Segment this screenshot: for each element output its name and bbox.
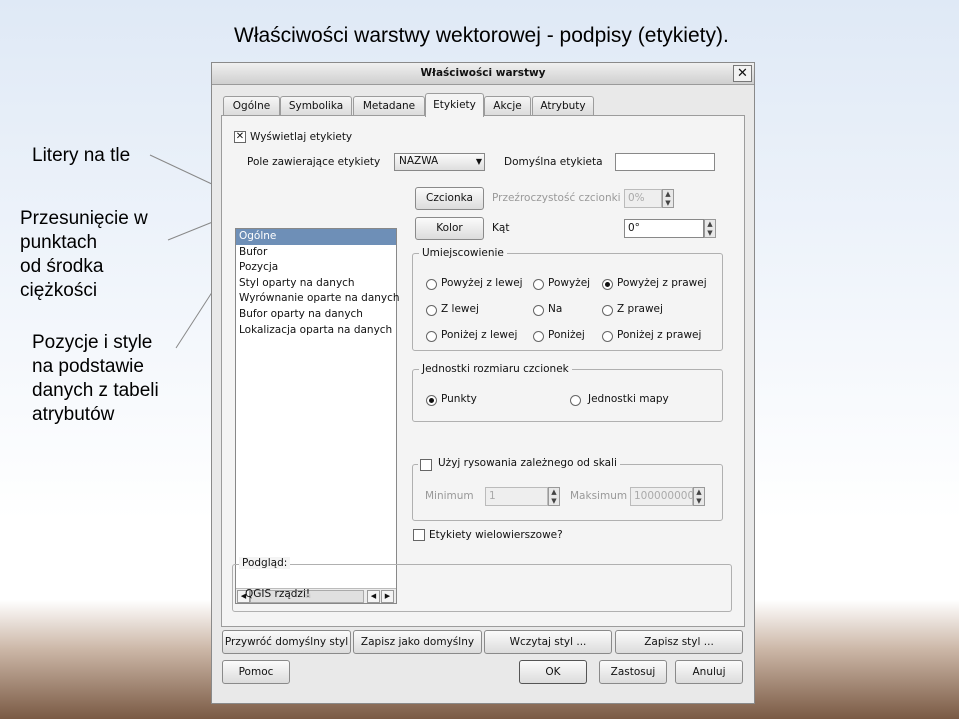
close-icon[interactable]: ✕ [733,65,752,82]
callout-offset: Przesunięcie w punktach od środka ciężko… [20,207,148,303]
placement-option-label: Powyżej z lewej [441,277,523,289]
layer-properties-dialog: Właściwości warstwy ✕ Ogólne Symbolika M… [211,62,755,704]
placement-option-label: Poniżej z prawej [617,329,702,341]
placement-option-label: Na [548,303,563,315]
preview-title: Podgląd: [239,557,291,569]
multiline-checkbox[interactable] [413,529,425,541]
slide-title: Właściwości warstwy wektorowej - podpisy… [234,24,729,47]
scale-checkbox[interactable] [420,459,432,471]
save-style-button[interactable]: Zapisz styl ... [615,630,743,654]
restore-default-style-button[interactable]: Przywróć domyślny styl [222,630,351,654]
show-labels-checkbox[interactable]: ✕ [234,131,246,143]
placement-below-left-radio[interactable] [426,331,437,342]
font-units-points-radio[interactable] [426,395,437,406]
preview-text: QGIS rządzi! [245,588,311,600]
scale-title-label: Użyj rysowania zależnego od skali [438,457,617,469]
list-item[interactable]: Wyrównanie oparte na danych [236,291,400,307]
save-as-default-button[interactable]: Zapisz jako domyślny [353,630,482,654]
category-list: Ogólne Bufor Pozycja Styl oparty na dany… [235,228,400,604]
callout-background-letters: Litery na tle [32,144,130,168]
load-style-button[interactable]: Wczytaj styl ... [484,630,612,654]
font-units-group: Jednostki rozmiaru czcionek Punkty Jedno… [412,363,723,422]
ok-button[interactable]: OK [519,660,587,684]
scale-min-input[interactable]: 1 [485,487,548,506]
placement-option-label: Z prawej [617,303,663,315]
callout-line: Przesunięcie w [20,208,148,229]
placement-option-label: Poniżej [548,329,585,341]
font-button[interactable]: Czcionka [415,187,484,210]
tab-actions[interactable]: Akcje [484,96,531,116]
callout-line: ciężkości [20,280,98,301]
labels-tab-panel: ✕ Wyświetlaj etykiety Pole zawierające e… [221,115,745,627]
callout-line: na podstawie [32,356,144,377]
placement-left-radio[interactable] [426,305,437,316]
tab-metadata[interactable]: Metadane [353,96,425,116]
font-units-map-radio[interactable] [570,395,581,406]
label-field-value: NAZWA [399,155,439,167]
transparency-input[interactable]: 0% [624,189,662,208]
angle-stepper[interactable]: ▲ ▼ [704,219,716,238]
scale-title: Użyj rysowania zależnego od skali [418,457,620,469]
dialog-title: Właściwości warstwy [420,67,546,79]
font-units-option-label: Punkty [441,393,477,405]
callout-text: Litery na tle [32,145,131,166]
default-label-label: Domyślna etykieta [504,156,603,168]
placement-group: Umiejscowienie Powyżej z lewej Powyżej P… [412,247,723,351]
chevron-down-icon: ▼ [475,157,482,166]
callout-line: punktach [20,232,98,253]
font-units-title: Jednostki rozmiaru czcionek [419,363,572,375]
color-button[interactable]: Kolor [415,217,484,240]
apply-button[interactable]: Zastosuj [599,660,667,684]
callout-line: Pozycje i style [32,332,153,353]
placement-above-right-radio[interactable] [602,279,613,290]
placement-option-label: Z lewej [441,303,479,315]
label-field-combo[interactable]: NAZWA ▼ [394,153,485,171]
placement-below-right-radio[interactable] [602,331,613,342]
callout-line: atrybutów [32,404,115,425]
default-label-input[interactable] [615,153,715,171]
scale-min-stepper[interactable]: ▲ ▼ [548,487,560,506]
scale-group: Użyj rysowania zależnego od skali Minimu… [412,457,723,521]
transparency-label: Przeźroczystość czcionki [492,192,621,204]
dialog-titlebar: Właściwości warstwy ✕ [212,63,754,85]
tab-labels[interactable]: Etykiety [425,93,484,117]
list-item[interactable]: Ogólne [236,229,396,245]
angle-input[interactable]: 0° [624,219,704,238]
tab-general[interactable]: Ogólne [223,96,280,116]
scale-min-label: Minimum [425,490,474,502]
placement-right-radio[interactable] [602,305,613,316]
placement-above-left-radio[interactable] [426,279,437,290]
callout-line: od środka [20,256,104,277]
scale-max-stepper[interactable]: ▲ ▼ [693,487,705,506]
preview-group: Podgląd: QGIS rządzi! [232,557,732,612]
placement-above-radio[interactable] [533,279,544,290]
label-field-label: Pole zawierające etykiety [247,156,381,168]
callout-positions: Pozycje i style na podstawie danych z ta… [32,331,159,427]
list-item[interactable]: Lokalizacja oparta na danych [236,323,396,339]
placement-title: Umiejscowienie [419,247,507,259]
cancel-button[interactable]: Anuluj [675,660,743,684]
scale-max-label: Maksimum [570,490,628,502]
show-labels-label: Wyświetlaj etykiety [250,131,353,143]
tab-attributes[interactable]: Atrybuty [532,96,594,116]
placement-option-label: Powyżej z prawej [617,277,707,289]
scale-max-input[interactable]: 100000000 [630,487,694,506]
multiline-label: Etykiety wielowierszowe? [429,529,563,541]
transparency-stepper[interactable]: ▲ ▼ [662,189,674,208]
help-button[interactable]: Pomoc [222,660,290,684]
list-item[interactable]: Styl oparty na danych [236,276,396,292]
placement-option-label: Poniżej z lewej [441,329,518,341]
placement-below-radio[interactable] [533,331,544,342]
tab-symbology[interactable]: Symbolika [280,96,352,116]
placement-option-label: Powyżej [548,277,591,289]
font-units-option-label: Jednostki mapy [588,393,669,405]
list-item[interactable]: Pozycja [236,260,396,276]
list-item[interactable]: Bufor oparty na danych [236,307,396,323]
placement-over-radio[interactable] [533,305,544,316]
list-item[interactable]: Bufor [236,245,396,261]
callout-line: danych z tabeli [32,380,159,401]
angle-label: Kąt [492,222,510,234]
